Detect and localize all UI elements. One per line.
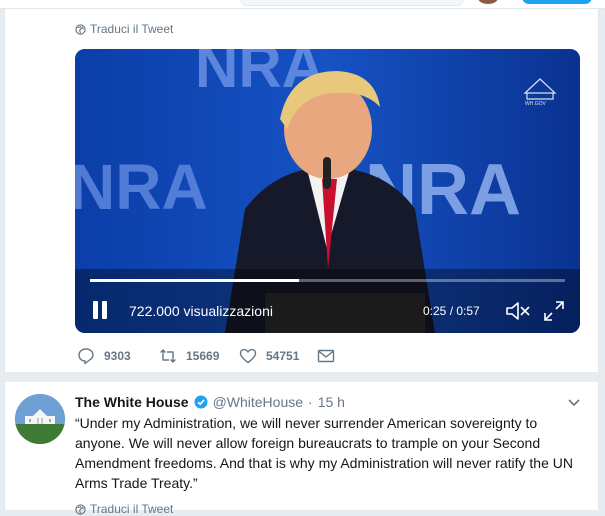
direct-message-button[interactable] [317, 347, 335, 365]
top-navigation-bar [0, 0, 605, 9]
author-handle[interactable]: @WhiteHouse [213, 394, 303, 410]
fullscreen-icon[interactable] [543, 300, 565, 322]
tweet-text: “Under my Administration, we will never … [75, 415, 573, 491]
muted-speaker-icon[interactable] [505, 300, 531, 322]
reply-count: 9303 [104, 349, 131, 363]
video-progress-bar[interactable] [90, 279, 565, 282]
reply-icon [78, 348, 94, 365]
video-time: 0:25 / 0:57 [423, 304, 480, 318]
tweet-timestamp[interactable]: 15 h [318, 394, 345, 410]
retweet-button[interactable]: 15669 [159, 347, 219, 365]
search-input[interactable] [240, 0, 464, 6]
retweet-count: 15669 [186, 349, 220, 363]
tweet-divider [5, 372, 598, 382]
video-progress-fill [90, 279, 299, 282]
tweet-actions: 9303 15669 54751 [77, 347, 377, 367]
tweet[interactable]: The White House @WhiteHouse · 15 h “Unde… [5, 382, 598, 516]
tweet-button[interactable] [522, 0, 592, 4]
reply-button[interactable]: 9303 [77, 347, 131, 365]
envelope-icon [317, 349, 335, 363]
retweet-icon [160, 349, 176, 363]
video-frame: NRA NRA NRA WH.GOV [75, 49, 580, 333]
heart-icon [239, 348, 257, 364]
watermark-text: WH.GOV [525, 101, 546, 107]
video-player[interactable]: NRA NRA NRA WH.GOV 722.000 visualizzazio… [75, 49, 580, 333]
timeline: Traduci il Tweet NRA NRA NRA WH.GOV 722.… [4, 9, 599, 516]
globe-icon [75, 503, 86, 515]
microphone [323, 157, 331, 189]
white-house-avatar-image [15, 394, 65, 444]
separator-dot: · [308, 394, 313, 410]
like-button[interactable]: 54751 [239, 347, 299, 365]
tweet-header: The White House @WhiteHouse · 15 h [75, 394, 345, 410]
profile-avatar[interactable] [478, 0, 498, 4]
chevron-down-icon[interactable] [567, 398, 581, 408]
verified-badge-icon [194, 395, 208, 409]
translate-label: Traduci il Tweet [90, 22, 174, 36]
translate-tweet-link-2[interactable]: Traduci il Tweet [75, 502, 173, 516]
banner-text-left: NRA [75, 151, 208, 223]
author-name[interactable]: The White House [75, 394, 189, 410]
video-controls: 722.000 visualizzazioni 0:25 / 0:57 [75, 297, 580, 325]
pause-button[interactable] [91, 301, 109, 321]
avatar[interactable] [15, 394, 65, 444]
like-count: 54751 [266, 349, 300, 363]
translate-tweet-link[interactable]: Traduci il Tweet [75, 22, 173, 36]
translate-label: Traduci il Tweet [90, 502, 174, 516]
globe-icon [75, 23, 86, 35]
view-count: 722.000 visualizzazioni [129, 303, 273, 319]
